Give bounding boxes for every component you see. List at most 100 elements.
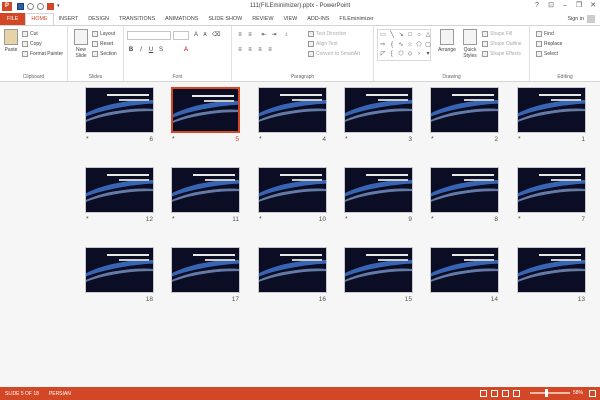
section-button[interactable]: Section [92,50,117,58]
italic-button[interactable]: I [137,46,145,54]
slide-thumbnail[interactable] [344,87,413,133]
slide-thumbnail[interactable] [344,247,413,293]
hexagon-icon[interactable]: ⬡ [397,50,405,59]
user-avatar-icon[interactable] [587,15,595,23]
tab-fileminimizer[interactable]: FILEminimizer [334,13,378,25]
tab-animations[interactable]: ANIMATIONS [160,13,203,25]
slide-thumbnail[interactable] [430,87,499,133]
font-name-box[interactable] [127,31,171,40]
sign-in-link[interactable]: Sign in [568,13,584,25]
grow-font-button[interactable]: A [192,31,200,39]
slide-thumbnail[interactable] [85,247,154,293]
fit-to-window-icon[interactable] [589,390,596,397]
shape-outline-button[interactable]: Shape Outline [482,40,522,48]
find-button[interactable]: Find [536,30,554,38]
tab-design[interactable]: DESIGN [83,13,114,25]
align-right-icon[interactable]: ≡ [256,46,264,54]
slide-thumbnail[interactable] [517,167,586,213]
replace-button[interactable]: Replace [536,40,562,48]
zoom-slider[interactable] [530,392,570,394]
right-arrow-icon[interactable]: ⇨ [379,41,387,50]
slide-thumbnail[interactable] [85,167,154,213]
rounded-rect-icon[interactable]: ▢ [424,41,432,50]
slide-show-view-icon[interactable] [513,390,520,397]
minimize-icon[interactable]: – [558,0,572,11]
bullets-icon[interactable]: ≡ [236,31,244,39]
redo-icon[interactable] [37,3,44,10]
format-painter-button[interactable]: Format Painter [22,50,63,58]
align-text-button[interactable]: Align Text [308,40,338,48]
diamond-icon[interactable]: ◇ [406,50,414,59]
tab-review[interactable]: REVIEW [247,13,278,25]
ribbon-display-icon[interactable]: ⊡ [544,0,558,11]
slide-thumbnail[interactable] [344,167,413,213]
line-icon[interactable]: ╲ [388,31,396,40]
zoom-slider-thumb[interactable] [545,389,548,397]
oval-icon[interactable]: ○ [415,31,423,40]
tab-file[interactable]: FILE [0,13,26,25]
slide-thumbnail[interactable] [171,167,240,213]
chevron-icon[interactable]: › [415,50,423,59]
bold-button[interactable]: B [127,46,135,54]
reading-view-icon[interactable] [502,390,509,397]
undo-icon[interactable] [27,3,34,10]
curve-icon[interactable]: ∿ [397,41,405,50]
pentagon-icon[interactable]: ⬠ [415,41,423,50]
restore-icon[interactable]: ❐ [572,0,586,11]
increase-indent-icon[interactable]: ⇥ [270,31,278,39]
font-color-icon[interactable]: A [182,46,190,54]
arrow-icon[interactable]: ↘ [397,31,405,40]
convert-smartart-button[interactable]: Convert to SmartArt [308,50,360,58]
slide-thumbnail[interactable] [517,247,586,293]
triangle-icon[interactable]: △ [424,31,432,40]
slide-thumbnail[interactable] [171,87,240,133]
brace-icon[interactable]: { [388,41,396,50]
select-button[interactable]: Select [536,50,558,58]
star-icon[interactable]: ☆ [406,41,414,50]
language-indicator[interactable]: PERSIAN [44,391,76,397]
tab-add-ins[interactable]: ADD-INS [302,13,334,25]
text-direction-button[interactable]: Text Direction [308,30,346,38]
shape-effects-button[interactable]: Shape Effects [482,50,521,58]
help-button[interactable]: ? [530,0,544,11]
arrange-button[interactable]: Arrange [436,29,458,53]
powerpoint-app-icon[interactable]: P [2,2,12,11]
align-center-icon[interactable]: ≡ [246,46,254,54]
reset-button[interactable]: Reset [92,40,113,48]
slide-thumbnail[interactable] [430,247,499,293]
slide-sorter-view-icon[interactable] [491,390,498,397]
paste-button[interactable]: Paste [2,29,20,53]
slide-thumbnail[interactable] [258,247,327,293]
start-presentation-icon[interactable] [47,3,54,10]
slide-thumbnail[interactable] [171,247,240,293]
slide-thumbnail[interactable] [517,87,586,133]
layout-button[interactable]: Layout [92,30,115,38]
callout-icon[interactable]: ◸ [379,50,387,59]
text-box-icon[interactable]: ▭ [379,31,387,40]
clear-formatting-icon[interactable]: ⌫ [212,31,220,39]
quick-styles-button[interactable]: Quick Styles [460,29,480,59]
slide-thumbnail[interactable] [85,87,154,133]
more-shapes-icon[interactable]: ▾ [424,50,432,59]
shape-fill-button[interactable]: Shape Fill [482,30,512,38]
slide-thumbnail[interactable] [258,167,327,213]
underline-button[interactable]: U [147,46,155,54]
slide-thumbnail[interactable] [430,167,499,213]
shrink-font-button[interactable]: A [201,31,209,39]
customize-toolbar-icon[interactable]: ▾ [57,3,64,10]
tab-slide-show[interactable]: SLIDE SHOW [203,13,247,25]
copy-button[interactable]: Copy [22,40,42,48]
new-slide-button[interactable]: New Slide [71,29,91,59]
line-spacing-icon[interactable]: ↕ [282,31,290,39]
tab-insert[interactable]: INSERT [54,13,84,25]
align-left-icon[interactable]: ≡ [236,46,244,54]
font-size-box[interactable] [173,31,189,40]
save-icon[interactable] [17,3,24,10]
cut-button[interactable]: Cut [22,30,38,38]
rectangle-icon[interactable]: □ [406,31,414,40]
decrease-indent-icon[interactable]: ⇤ [260,31,268,39]
normal-view-icon[interactable] [480,390,487,397]
tab-transitions[interactable]: TRANSITIONS [114,13,160,25]
slide-thumbnail[interactable] [258,87,327,133]
zoom-level[interactable]: 58% [573,387,583,400]
